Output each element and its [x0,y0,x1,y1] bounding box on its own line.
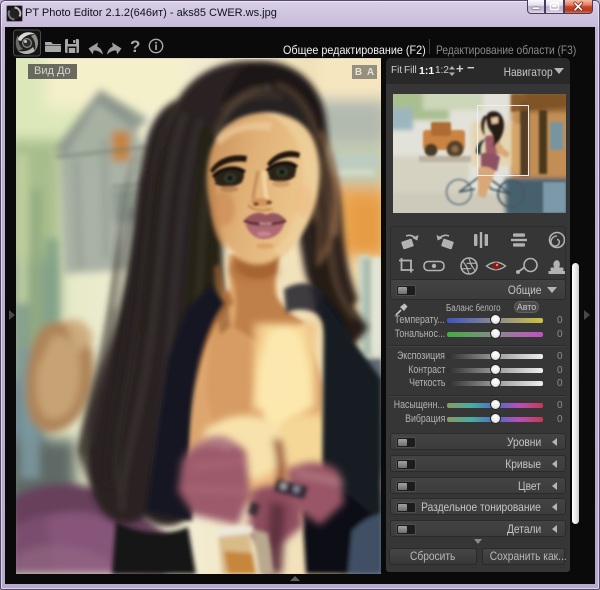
svg-text:?: ? [130,37,140,56]
